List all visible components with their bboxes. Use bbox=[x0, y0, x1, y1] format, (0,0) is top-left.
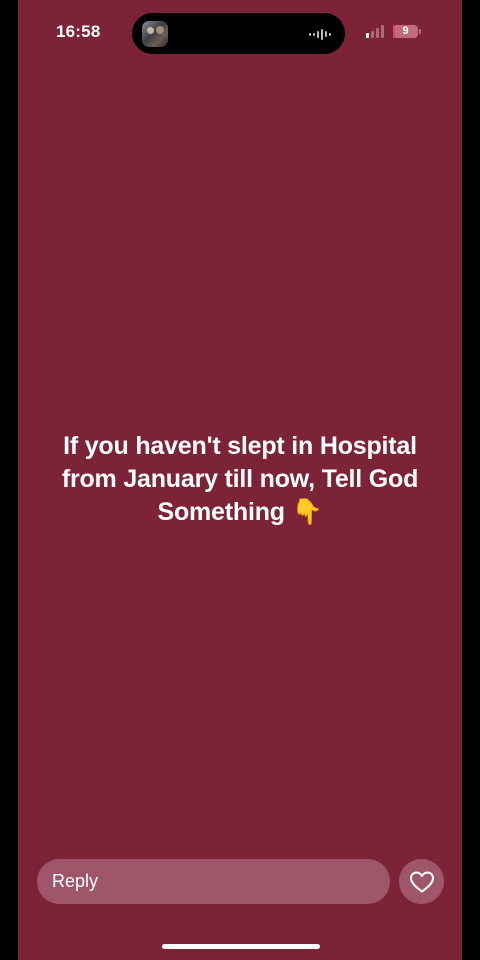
status-time: 16:58 bbox=[56, 22, 101, 41]
cellular-signal-icon bbox=[366, 24, 384, 38]
dynamic-island[interactable] bbox=[132, 13, 345, 54]
home-indicator[interactable] bbox=[162, 944, 320, 949]
signal-bar bbox=[366, 33, 369, 38]
waveform-icon bbox=[309, 28, 331, 40]
reply-input[interactable]: Reply bbox=[37, 859, 390, 904]
album-art-thumbnail[interactable] bbox=[142, 21, 168, 47]
signal-bar bbox=[381, 25, 384, 38]
story-text: If you haven't slept in Hospital from Ja… bbox=[61, 432, 419, 526]
signal-bar bbox=[376, 28, 379, 38]
signal-bar bbox=[371, 31, 374, 38]
battery-level: 9 bbox=[402, 25, 409, 37]
reply-placeholder: Reply bbox=[52, 871, 99, 891]
like-button[interactable] bbox=[399, 859, 444, 904]
status-bar: 16:58 9 bbox=[0, 0, 480, 66]
heart-icon bbox=[409, 871, 434, 892]
battery-icon: 9 bbox=[393, 25, 418, 38]
battery-tip bbox=[419, 29, 421, 34]
